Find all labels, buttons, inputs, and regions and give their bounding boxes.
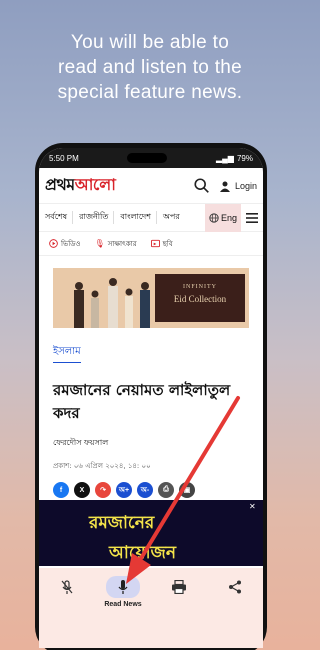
bookmark-icon[interactable]: ▣ — [179, 482, 195, 498]
read-news-label: Read News — [104, 601, 142, 608]
photo-icon — [150, 239, 160, 248]
nav-item-latest[interactable]: সর্বশেষ — [45, 211, 74, 224]
tab-interview[interactable]: 🎙 সাক্ষাৎকার — [95, 238, 137, 250]
battery-level: 79% — [236, 153, 253, 163]
share-toolbar: f X ↷ অ+ অ- ⎙ ▣ — [53, 482, 263, 498]
signal-icon: ▂▄▆ — [215, 153, 234, 163]
nav-item-politics[interactable]: রাজনীতি — [79, 211, 115, 224]
media-tabs: ভিডিও 🎙 সাক্ষাৎকার ছবি — [39, 232, 263, 256]
print-icon[interactable]: ⎙ — [158, 482, 174, 498]
article-category[interactable]: ইসলাম — [53, 344, 81, 363]
close-icon[interactable]: ✕ — [249, 502, 259, 512]
ad-brand-panel: INFINITY Eid Collection — [155, 274, 245, 322]
search-icon[interactable] — [193, 177, 211, 195]
mic-off-icon — [61, 580, 73, 594]
promo-line-1: You will be able to — [70, 32, 230, 53]
nav-item-bangladesh[interactable]: বাংলাদেশ — [120, 211, 157, 224]
play-circle-icon — [49, 239, 58, 248]
facebook-icon[interactable]: f — [53, 482, 69, 498]
font-decrease-icon[interactable]: অ- — [137, 482, 153, 498]
app-header: প্রথমআলো Login — [39, 168, 263, 204]
user-icon — [219, 181, 230, 192]
section-nav: সর্বশেষ রাজনীতি বাংলাদেশ অপর Eng — [39, 203, 263, 232]
promo-headline: You will be able to read and listen to t… — [0, 30, 300, 105]
share-nodes-icon — [229, 580, 241, 594]
read-news-button[interactable]: Read News — [99, 576, 147, 610]
nav-item-crime[interactable]: অপর — [163, 211, 185, 224]
share-button[interactable] — [211, 576, 259, 610]
login-label: Login — [234, 180, 257, 191]
login-button[interactable]: Login — [219, 180, 257, 192]
article-published: প্রকাশ: ০৬ এপ্রিল ২০২৪, ১৪: ০০ — [53, 462, 151, 470]
banner-line-2: আয়োজন — [109, 543, 176, 563]
ad-family-image — [74, 278, 150, 328]
reader-bottom-bar: Read News — [39, 568, 263, 648]
promo-line-3: special feature news. — [57, 82, 243, 103]
mute-button[interactable] — [43, 576, 91, 610]
status-bar: 5:50 PM ▂▄▆ 79% — [39, 148, 263, 168]
ad-tagline: Eid Collection — [173, 294, 227, 304]
x-icon[interactable]: X — [74, 482, 90, 498]
ramadan-banner[interactable]: রমজানের আয়োজন ✕ — [39, 500, 263, 566]
tab-interview-label: সাক্ষাৎকার — [107, 239, 137, 248]
advertisement-banner[interactable]: INFINITY Eid Collection — [53, 268, 249, 328]
mic-icon: 🎙 — [94, 239, 105, 248]
article-author[interactable]: ফেরদৌস ফয়সাল — [53, 437, 263, 450]
share-icon[interactable]: ↷ — [95, 482, 111, 498]
status-time: 5:50 PM — [49, 153, 79, 163]
tab-video-label: ভিডিও — [61, 239, 81, 248]
promo-line-2: read and listen to the — [57, 57, 243, 78]
font-increase-icon[interactable]: অ+ — [116, 482, 132, 498]
language-switch[interactable]: Eng — [204, 203, 241, 232]
mic-icon — [118, 580, 128, 594]
globe-icon — [209, 212, 219, 223]
phone-screen: 5:50 PM ▂▄▆ 79% প্রথমআলো Login সর্বশেষ র… — [39, 148, 263, 648]
ad-brand-name: INFINITY — [183, 284, 217, 290]
tab-video[interactable]: ভিডিও — [49, 238, 81, 250]
status-icons: ▂▄▆ 79% — [216, 154, 253, 163]
language-label: Eng — [220, 212, 237, 223]
camera-notch — [127, 153, 168, 163]
prothom-alo-logo[interactable]: প্রথমআলো — [45, 172, 193, 199]
print-icon — [172, 580, 186, 594]
tab-photo-label: ছবি — [162, 239, 173, 248]
hamburger-menu-icon[interactable] — [241, 204, 263, 232]
print-button[interactable] — [155, 576, 203, 610]
tab-photo[interactable]: ছবি — [150, 238, 173, 250]
banner-line-1: রমজানের — [89, 513, 155, 533]
article-title: রমজানের নেয়ামত লাইলাতুল কদর — [53, 381, 231, 422]
